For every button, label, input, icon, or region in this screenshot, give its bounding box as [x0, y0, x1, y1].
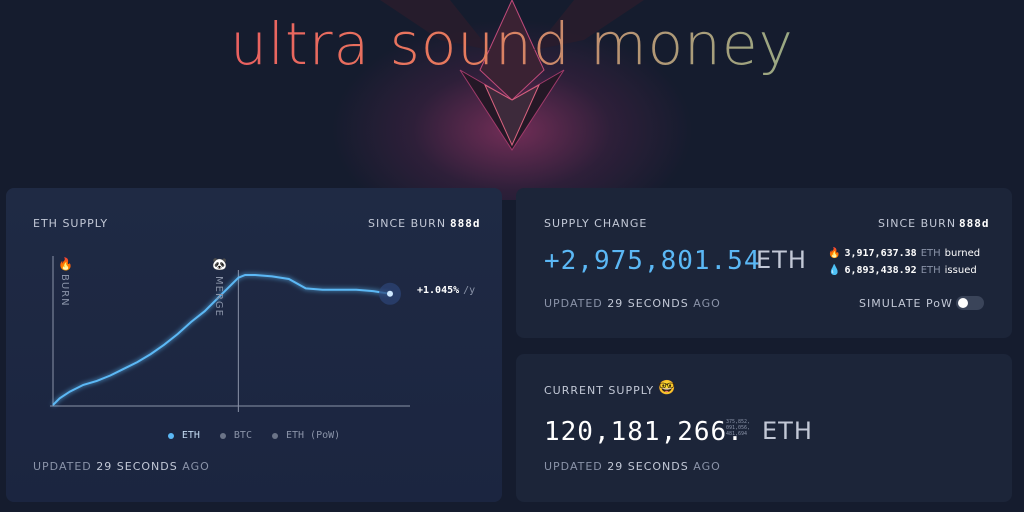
panda-icon: 🐼: [212, 257, 227, 271]
legend-eth-pow[interactable]: ETH (PoW): [271, 430, 340, 441]
since-burn-value: 888d: [959, 217, 990, 230]
rate-unit: /y: [463, 285, 476, 296]
current-supply-title: CURRENT SUPPLY: [544, 384, 655, 397]
since-burn-label: SINCE BURN: [878, 217, 957, 230]
simulate-pow-label: SIMULATE PoW: [859, 297, 953, 310]
merge-marker-label: MERGE: [213, 276, 224, 317]
eth-supply-card: ETH SUPPLY SINCE BURN 888d BURN MERGE 🔥 …: [6, 188, 502, 502]
legend-eth[interactable]: ETH: [167, 430, 200, 441]
chart-legend: ETH BTC ETH (PoW): [6, 430, 502, 441]
current-supply-card: CURRENT SUPPLY 🤓 120,181,266. 375,852, 0…: [516, 354, 1012, 502]
legend-eth-dot: [167, 432, 174, 439]
fire-icon: 🔥: [828, 248, 841, 259]
droplet-icon: 💧: [828, 265, 841, 276]
current-supply-fraction: 375,852, 091,056, 481,694: [726, 419, 751, 437]
legend-btc[interactable]: BTC: [219, 430, 252, 441]
toggle-knob: [958, 298, 968, 308]
simulate-pow-toggle[interactable]: [956, 296, 984, 310]
burned-stat: 🔥 3,917,637.38 ETH burned: [828, 248, 981, 259]
current-point: [387, 290, 393, 297]
eth-supply-updated: UPDATED 29 SECONDS AGO: [33, 460, 210, 473]
legend-btc-dot: [219, 432, 226, 439]
fire-icon: 🔥: [58, 257, 73, 271]
issued-stat: 💧 6,893,438.92 ETH issued: [828, 265, 977, 276]
supply-rate: +1.045%/y: [417, 285, 475, 296]
current-supply-updated: UPDATED 29 SECONDS AGO: [544, 460, 721, 473]
page-title: ultra sound money: [0, 10, 1024, 78]
legend-eth-pow-dot: [271, 432, 278, 439]
supply-change-value: +2,975,801.54: [544, 246, 761, 276]
current-supply-value: 120,181,266.: [544, 417, 744, 447]
current-supply-unit: ETH: [762, 417, 813, 445]
burn-marker-label: BURN: [59, 274, 70, 307]
eth-supply-chart: BURN MERGE 🔥 🐼: [50, 256, 410, 412]
supply-change-updated: UPDATED 29 SECONDS AGO: [544, 297, 721, 310]
supply-change-card: SUPPLY CHANGE SINCE BURN 888d +2,975,801…: [516, 188, 1012, 338]
nerd-face-icon: 🤓: [658, 380, 676, 396]
supply-change-unit: ETH: [756, 246, 807, 274]
rate-value: +1.045%: [417, 285, 460, 296]
supply-change-title: SUPPLY CHANGE: [544, 217, 648, 230]
